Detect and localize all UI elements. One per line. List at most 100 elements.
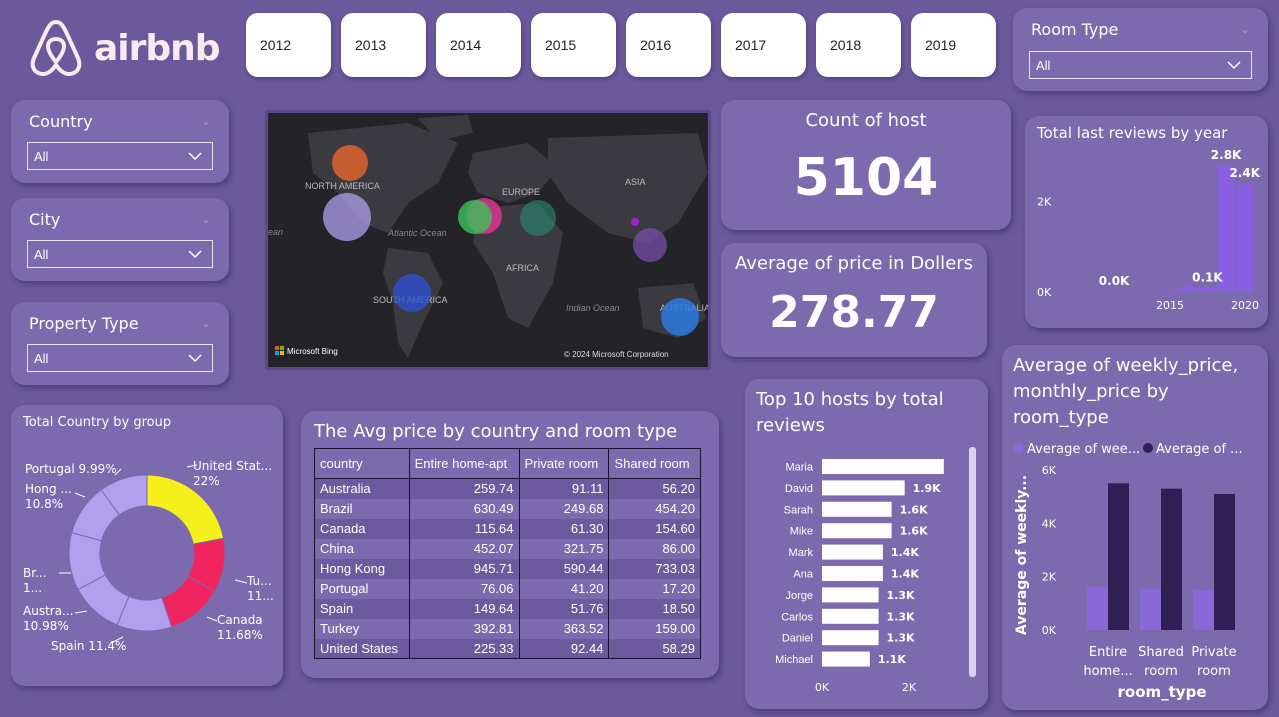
airbnb-logo: airbnb <box>28 18 221 78</box>
table-header-cell[interactable]: country <box>314 448 410 479</box>
chevron-down-icon[interactable]: ⌄ <box>201 212 211 226</box>
chevron-down-icon[interactable]: ⌄ <box>1240 22 1250 36</box>
year-button-2012[interactable]: 2012 <box>246 13 331 77</box>
data-label: 1.4K <box>891 546 919 559</box>
bar-monthly-3[interactable] <box>1214 494 1235 630</box>
table-header-cell[interactable]: Private room <box>518 448 610 479</box>
host-bar-david[interactable] <box>822 480 905 496</box>
table-cell: 321.75 <box>518 538 610 559</box>
table-cell: 149.64 <box>408 598 520 619</box>
host-bar-maria[interactable] <box>822 459 944 474</box>
year-button-2016[interactable]: 2016 <box>626 13 711 77</box>
reviews-by-year-card: Total last reviews by year 0K 2K 0.0K 0.1K 2… <box>1025 116 1268 328</box>
host-name: Carlos <box>781 611 813 623</box>
host-bar-jorge[interactable] <box>822 587 879 603</box>
bar-monthly-2[interactable] <box>1161 488 1182 630</box>
microsoft-logo-icon <box>275 346 279 350</box>
table-row[interactable]: Canada 115.64 61.30 154.60 <box>314 518 701 539</box>
host-bar-daniel[interactable] <box>822 630 879 646</box>
host-bar-mike[interactable] <box>822 523 892 539</box>
slicer-title: Room Type <box>1031 20 1119 39</box>
table-header-cell[interactable]: Entire home-apt <box>408 448 520 479</box>
leader-line <box>74 610 88 614</box>
kpi-value: 5104 <box>793 148 939 208</box>
avg-price-card: Average of price in Dollers 278.77 <box>721 243 987 357</box>
table-row[interactable]: Turkey 392.81 363.52 159.00 <box>314 618 701 639</box>
bar-2012[interactable] <box>1105 291 1123 292</box>
table-cell: Brazil <box>314 498 410 519</box>
bar-monthly-1[interactable] <box>1108 483 1129 630</box>
host-bar-sarah[interactable] <box>822 501 892 517</box>
legend-marker <box>1014 443 1024 453</box>
map-bubble-brazil <box>393 274 431 312</box>
bar-2014[interactable] <box>1143 291 1160 292</box>
table-cell: Portugal <box>314 578 410 599</box>
bar-2011[interactable] <box>1087 291 1104 292</box>
donut-label: Br... <box>23 566 47 580</box>
table-cell: China <box>314 538 410 559</box>
world-map[interactable]: NORTH AMERICA EUROPE ASIA AFRICA SOUTH A… <box>265 110 711 370</box>
map-canvas: NORTH AMERICA EUROPE ASIA AFRICA SOUTH A… <box>268 115 708 359</box>
table-header-cell[interactable]: Shared room <box>608 448 701 479</box>
chevron-down-icon <box>188 152 202 161</box>
year-button-2015[interactable]: 2015 <box>531 13 616 77</box>
year-button-2014[interactable]: 2014 <box>436 13 521 77</box>
chevron-down-icon[interactable]: ⌄ <box>201 316 211 330</box>
continent-asia <box>548 133 708 243</box>
brand-name: airbnb <box>94 27 221 69</box>
year-button-2017[interactable]: 2017 <box>721 13 806 77</box>
table-cell: 61.30 <box>518 518 610 539</box>
donut-label: Hong ... <box>25 482 72 496</box>
top-hosts-chart: Maria David 1.9K Sarah 1.6K Mike 1.6K Mark 1.4K A… <box>775 447 976 694</box>
bar-2013[interactable] <box>1124 291 1142 292</box>
table-cell: 76.06 <box>408 578 520 599</box>
host-bar-michael[interactable] <box>822 651 870 667</box>
table-row[interactable]: Portugal 76.06 41.20 17.20 <box>314 578 701 599</box>
y-tick: 6K <box>1042 464 1057 477</box>
table-cell: Australia <box>314 478 410 499</box>
table-row[interactable]: Australia 259.74 91.11 56.20 <box>314 478 701 499</box>
city-dropdown[interactable]: All <box>27 240 213 268</box>
host-name: Sarah <box>784 504 813 516</box>
map-label: AFRICA <box>506 263 539 273</box>
table-row[interactable]: China 452.07 321.75 86.00 <box>314 538 701 559</box>
weekly-monthly-card: Average of weekly_price, monthly_price b… <box>1002 345 1268 710</box>
table-row[interactable]: Hong Kong 945.71 590.44 733.03 <box>314 558 701 579</box>
year-button-2019[interactable]: 2019 <box>911 13 996 77</box>
table-cell: 590.44 <box>518 558 610 579</box>
country-dropdown[interactable]: All <box>27 142 213 170</box>
map-copyright: © 2024 Microsoft Corporation <box>564 350 669 359</box>
map-label: NORTH AMERICA <box>305 181 380 191</box>
bar-weekly-3[interactable] <box>1193 590 1214 630</box>
bar-2015[interactable] <box>1161 290 1179 292</box>
host-bar-mark[interactable] <box>822 544 883 560</box>
scrollbar[interactable] <box>969 447 976 677</box>
bar-2016[interactable] <box>1180 286 1198 292</box>
data-label: 2.4K <box>1229 166 1260 180</box>
table-row[interactable]: Spain 149.64 51.76 18.50 <box>314 598 701 619</box>
host-name: Daniel <box>782 633 813 645</box>
host-bar-ana[interactable] <box>822 566 883 581</box>
table-row[interactable]: United States 225.33 92.44 58.29 <box>314 638 701 659</box>
host-name: Mike <box>790 526 813 538</box>
host-count-card: Count of host 5104 <box>721 100 1011 230</box>
property-type-dropdown[interactable]: All <box>27 344 213 372</box>
reviews-by-year-chart: 0K 2K 0.0K 0.1K 2.8K 2.4K 2015 2020 <box>1037 148 1261 312</box>
table-cell: Turkey <box>314 618 410 639</box>
map-label: ASIA <box>625 177 646 187</box>
property-type-slicer: Property Type ⌄ All <box>11 302 229 385</box>
year-button-2013[interactable]: 2013 <box>341 13 426 77</box>
bar-weekly-1[interactable] <box>1087 587 1108 630</box>
bar-2019[interactable] <box>1236 183 1254 292</box>
host-bar-carlos[interactable] <box>822 608 879 624</box>
table-cell: Hong Kong <box>314 558 410 579</box>
year-button-2018[interactable]: 2018 <box>816 13 901 77</box>
room-type-dropdown[interactable]: All <box>1029 51 1252 79</box>
bar-weekly-2[interactable] <box>1140 588 1161 630</box>
bar-2017[interactable] <box>1199 287 1216 292</box>
airbnb-logo-icon <box>30 19 82 77</box>
table-row[interactable]: Brazil 630.49 249.68 454.20 <box>314 498 701 519</box>
donut-label: 1... <box>23 581 42 595</box>
chevron-down-icon <box>188 250 202 259</box>
chevron-down-icon[interactable]: ⌄ <box>201 114 211 128</box>
